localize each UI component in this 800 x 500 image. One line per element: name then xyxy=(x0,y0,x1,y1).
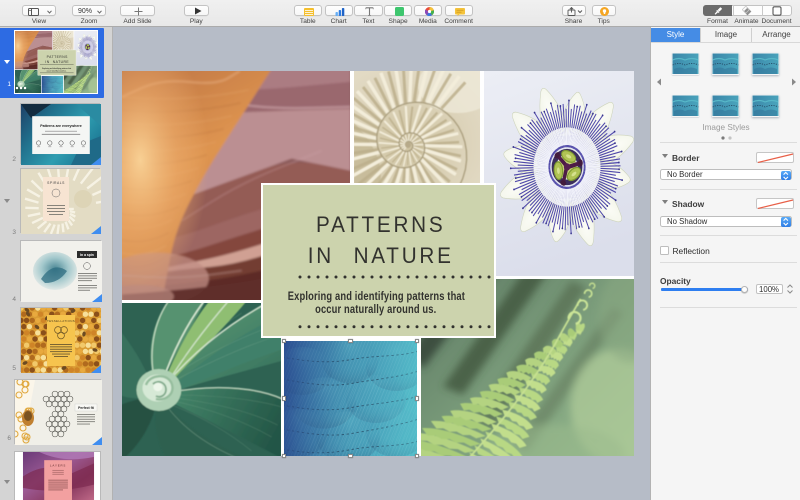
svg-text:SPIRALS: SPIRALS xyxy=(47,181,65,185)
svg-text:In a spin: In a spin xyxy=(80,253,94,257)
svg-text:TESSELLATIONS: TESSELLATIONS xyxy=(47,319,75,323)
svg-text:Patterns are everywhere: Patterns are everywhere xyxy=(40,124,82,128)
svg-text:Perfect fit: Perfect fit xyxy=(78,406,95,410)
svg-text:LAYERS: LAYERS xyxy=(49,464,65,468)
